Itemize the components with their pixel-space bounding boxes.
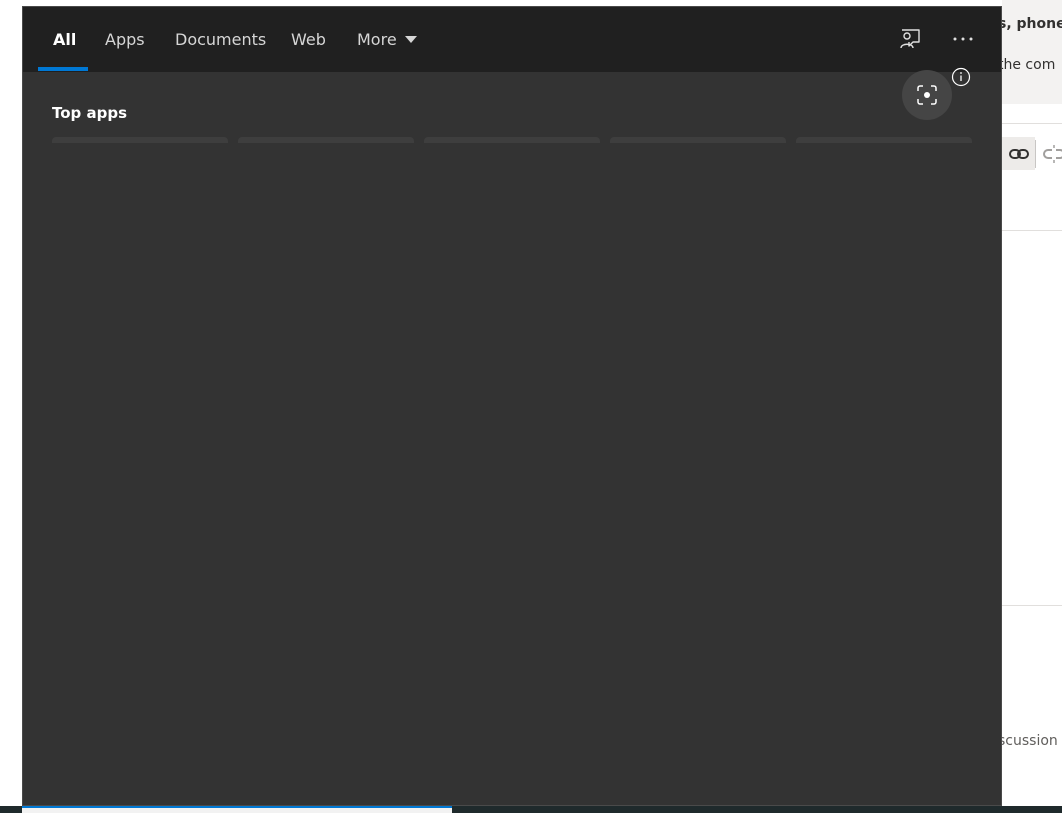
search-results-area <box>23 143 1001 805</box>
visual-search-icon <box>917 85 937 105</box>
search-panel: All Apps Documents Web More Top apps <box>22 6 1002 806</box>
top-apps-heading: Top apps <box>52 104 128 122</box>
more-options-icon[interactable] <box>948 24 978 54</box>
divider <box>1002 605 1062 606</box>
tab-all[interactable]: All <box>53 7 76 72</box>
selected-tab-indicator <box>38 67 88 71</box>
search-panel-header: All Apps Documents Web More <box>23 7 1001 72</box>
link-icon <box>1008 148 1029 159</box>
taskbar-search-box[interactable] <box>22 806 452 813</box>
tab-documents[interactable]: Documents <box>175 7 266 72</box>
unlink-button[interactable] <box>1037 137 1062 170</box>
tab-more[interactable]: More <box>357 7 417 72</box>
unlink-icon <box>1042 144 1062 163</box>
divider <box>1002 230 1062 231</box>
link-button[interactable] <box>1002 137 1035 170</box>
chevron-down-icon <box>404 36 417 43</box>
divider <box>1002 123 1062 124</box>
background-text-line: s, phone <box>1002 16 1062 32</box>
tab-apps[interactable]: Apps <box>105 7 145 72</box>
info-icon[interactable] <box>951 67 971 87</box>
background-left-strip <box>0 0 22 806</box>
background-right-content: s, phone the com scussion <box>1002 0 1062 806</box>
feedback-icon[interactable] <box>895 24 925 54</box>
toolbar-separator <box>1035 140 1036 168</box>
visual-search-button[interactable] <box>902 70 952 120</box>
background-text-line: the com <box>1002 57 1056 73</box>
tab-web[interactable]: Web <box>291 7 326 72</box>
tab-more-label: More <box>357 30 397 49</box>
background-text-line: scussion <box>1002 733 1058 749</box>
